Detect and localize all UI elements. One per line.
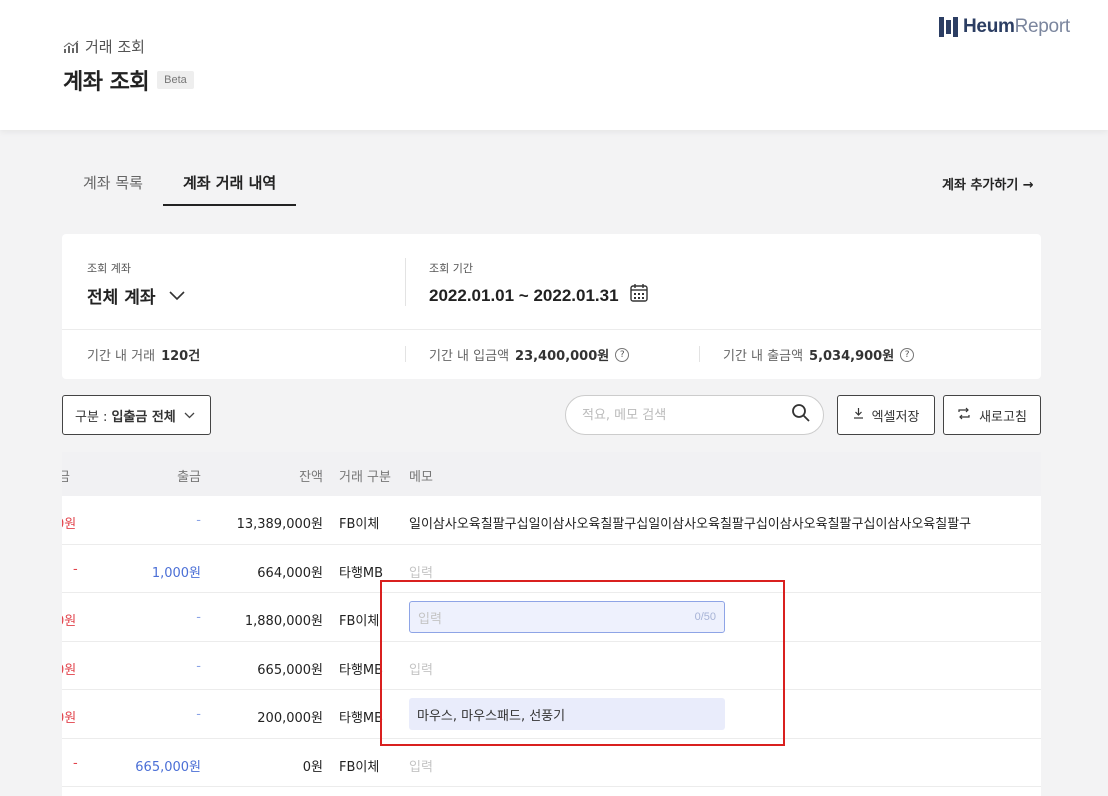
- tab-account-list[interactable]: 계좌 목록: [63, 160, 163, 206]
- withdraw-cell: -: [196, 658, 201, 674]
- transactions-table: 입금 출금 잔액 거래 구분 메모 0원 - 13,389,000원 FB이체 …: [62, 452, 1041, 796]
- transaction-type-select[interactable]: 구분 : 입출금 전체: [62, 395, 211, 435]
- header-withdraw: 출금: [177, 470, 201, 485]
- refresh-button[interactable]: 새로고침: [943, 395, 1041, 435]
- chevron-down-icon: [184, 408, 195, 423]
- balance-cell: 1,880,000원: [244, 614, 323, 629]
- header-deposit: 입금: [62, 470, 70, 485]
- tab-bar: 계좌 목록 계좌 거래 내역: [63, 160, 297, 206]
- search-icon[interactable]: [791, 403, 811, 427]
- withdraw-cell: -: [196, 513, 201, 528]
- memo-cell[interactable]: 입력: [409, 756, 433, 775]
- memo-filled-field[interactable]: 마우스, 마우스패드, 선풍기: [409, 698, 725, 730]
- memo-cell[interactable]: 입력: [409, 659, 433, 678]
- add-account-link[interactable]: 계좌 추가하기 →: [942, 174, 1034, 193]
- table-header: 입금 출금 잔액 거래 구분 메모: [62, 452, 1041, 496]
- excel-export-button[interactable]: 엑셀저장: [837, 395, 935, 435]
- type-cell: FB이체: [339, 517, 380, 532]
- calendar-icon[interactable]: [629, 283, 649, 308]
- type-cell: 타행MB: [339, 711, 384, 726]
- table-row[interactable]: 0원 - 200,000원 타행MB 마우스, 마우스패드, 선풍기: [62, 690, 1041, 739]
- breadcrumb: 거래 조회: [63, 36, 145, 57]
- header-memo: 메모: [409, 470, 433, 485]
- header-type: 거래 구분: [339, 470, 391, 485]
- deposit-cell: 0원: [62, 662, 77, 678]
- withdraw-cell: -: [196, 707, 201, 722]
- deposit-cell: -: [73, 755, 78, 771]
- deposit-cell: -: [73, 561, 78, 577]
- table-row[interactable]: 0원 - 665,000원 타행MB 입력: [62, 642, 1041, 690]
- withdraw-cell: 665,000원: [135, 759, 201, 775]
- search-input[interactable]: [582, 407, 791, 423]
- account-dropdown[interactable]: 전체 계좌: [87, 283, 186, 308]
- table-row[interactable]: - 665,000원 0원 FB이체 입력: [62, 739, 1041, 787]
- logo-mark-icon: [939, 17, 958, 37]
- download-icon: [853, 407, 864, 423]
- stat-deposit: 기간 내 입금액 23,400,000원 ?: [429, 345, 630, 364]
- help-icon[interactable]: ?: [615, 347, 630, 362]
- period-value: 2022.01.01 ~ 2022.01.31: [429, 285, 619, 305]
- breadcrumb-label: 거래 조회: [85, 38, 145, 56]
- type-cell: FB이체: [339, 759, 380, 775]
- divider: [405, 258, 406, 306]
- balance-cell: 13,389,000원: [236, 517, 323, 532]
- stat-withdraw: 기간 내 출금액 5,034,900원 ?: [723, 345, 915, 364]
- tab-account-transactions[interactable]: 계좌 거래 내역: [162, 160, 297, 206]
- balance-cell: 0원: [302, 759, 323, 775]
- page-title: 계좌 조회: [63, 70, 150, 95]
- deposit-cell: 0원: [62, 711, 77, 726]
- balance-cell: 664,000원: [257, 565, 323, 581]
- chart-icon: [63, 40, 79, 54]
- card-divider: [62, 329, 1041, 330]
- memo-cell[interactable]: 입력: [409, 562, 433, 581]
- withdraw-cell: -: [196, 610, 201, 625]
- table-row[interactable]: 0원 - 1,880,000원 FB이체 입력 0/50: [62, 593, 1041, 642]
- balance-cell: 665,000원: [257, 662, 323, 678]
- page-header: 거래 조회 계좌 조회 Beta HeumReport: [0, 0, 1108, 130]
- account-label: 조회 계좌: [87, 262, 131, 275]
- heumreport-logo[interactable]: HeumReport: [939, 16, 1070, 38]
- period-label: 조회 기간: [429, 262, 473, 275]
- refresh-icon: [957, 407, 971, 424]
- chevron-down-icon: [169, 286, 186, 306]
- char-counter: 0/50: [694, 611, 716, 623]
- memo-input-field[interactable]: 입력 0/50: [409, 601, 725, 633]
- memo-search: [565, 395, 824, 435]
- type-cell: 타행MB: [339, 565, 384, 581]
- deposit-cell: 0원: [62, 614, 77, 629]
- withdraw-cell: 1,000원: [151, 565, 201, 581]
- header-balance: 잔액: [299, 470, 323, 485]
- balance-cell: 200,000원: [257, 711, 323, 726]
- beta-badge: Beta: [157, 71, 194, 89]
- deposit-cell: 0원: [62, 517, 77, 532]
- memo-cell[interactable]: 일이삼사오육칠팔구십일이삼사오육칠팔구십일이삼사오육칠팔구십이삼사오육칠팔구십이…: [409, 513, 1031, 532]
- filter-card: 조회 계좌 전체 계좌 조회 기간 2022.01.01 ~ 2022.01.3…: [62, 234, 1041, 379]
- stat-count: 기간 내 거래 120건: [87, 349, 201, 364]
- account-value: 전체 계좌: [87, 288, 156, 308]
- period-picker[interactable]: 2022.01.01 ~ 2022.01.31: [429, 283, 649, 308]
- type-cell: FB이체: [339, 614, 380, 629]
- help-icon[interactable]: ?: [900, 347, 915, 362]
- type-cell: 타행MB: [339, 662, 384, 678]
- table-row[interactable]: - 1,000원 664,000원 타행MB 입력: [62, 545, 1041, 593]
- table-row[interactable]: 0원 - 13,389,000원 FB이체 일이삼사오육칠팔구십일이삼사오육칠팔…: [62, 496, 1041, 545]
